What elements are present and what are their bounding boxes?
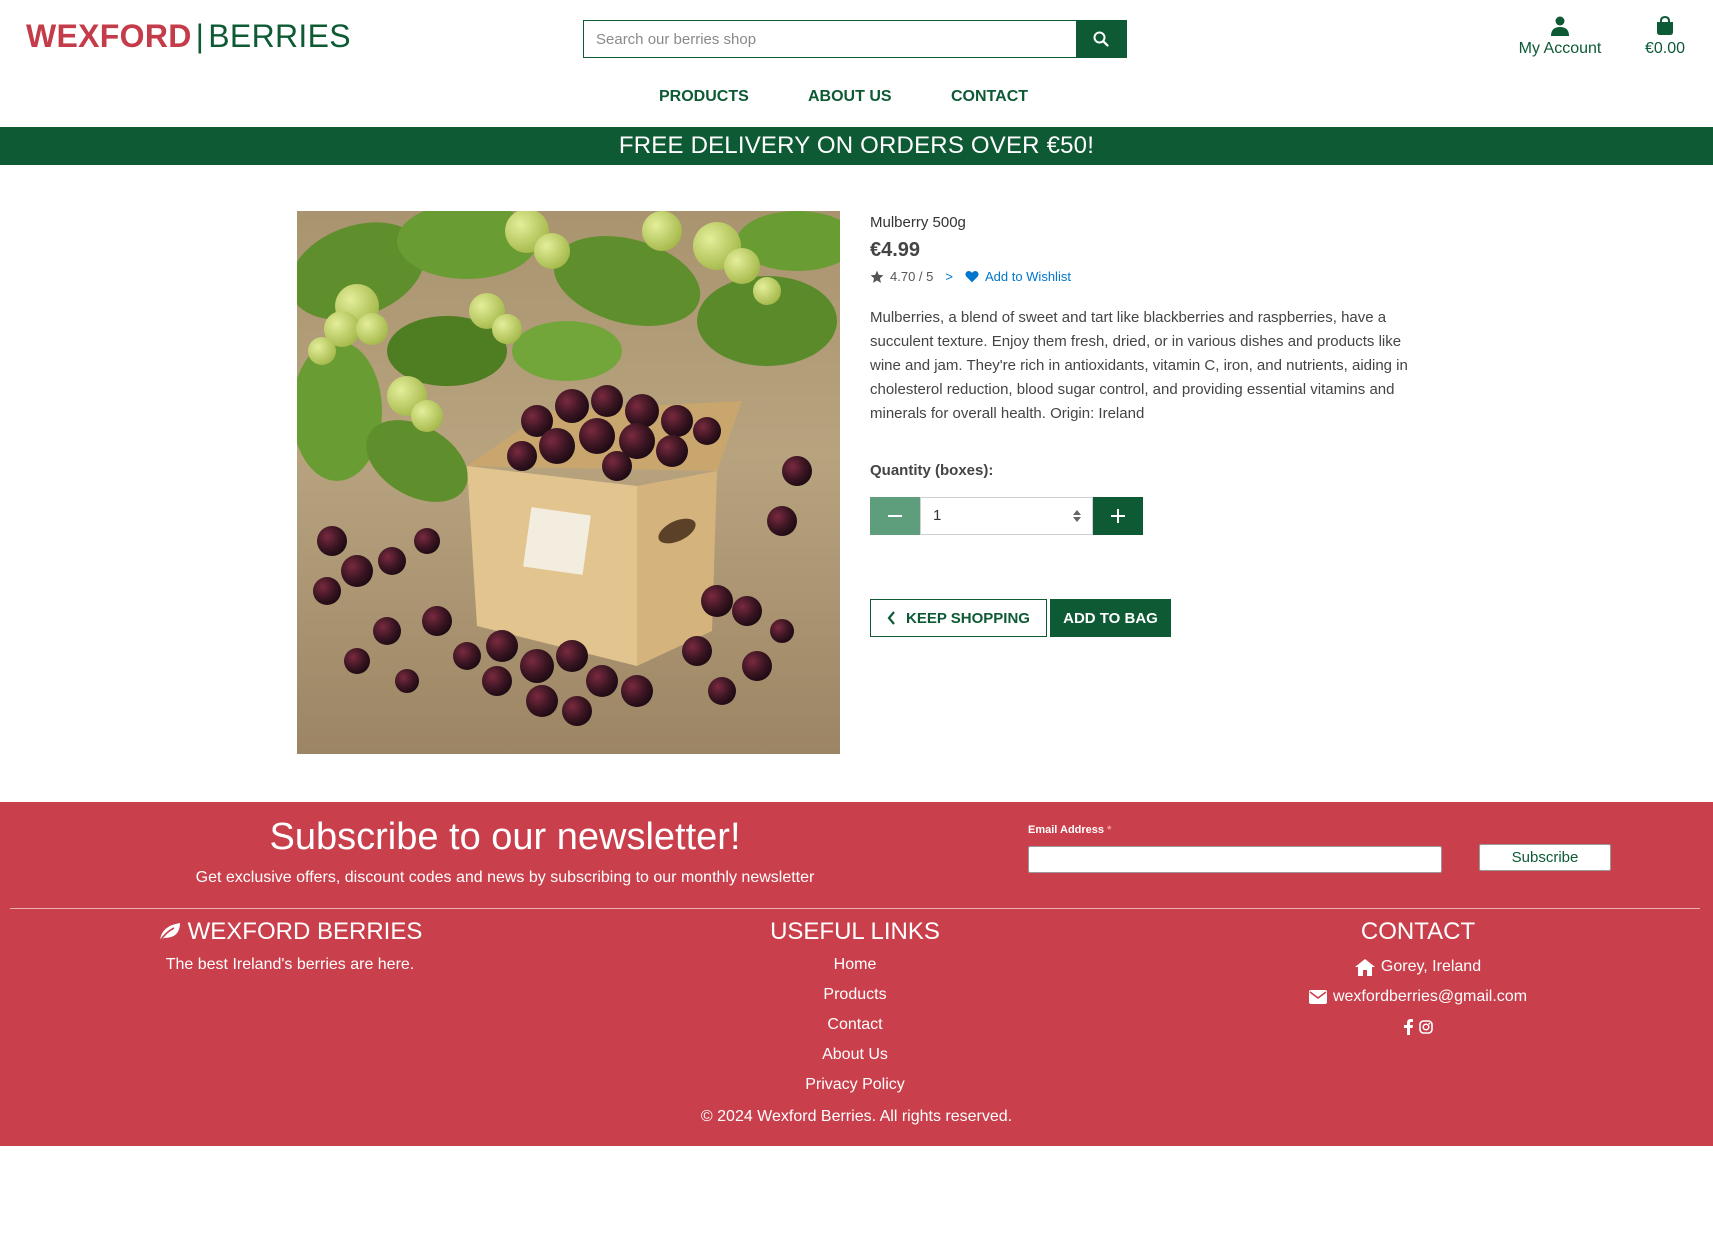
product-price: €4.99 [870, 239, 921, 261]
facebook-icon[interactable] [1403, 1019, 1413, 1035]
search-input[interactable] [584, 21, 1076, 57]
decrement-button[interactable] [870, 497, 920, 535]
product-rating: 4.70 / 5 > Add to Wishlist [870, 269, 1410, 284]
quantity-input[interactable]: 1 [920, 497, 1093, 535]
nav-contact[interactable]: CONTACT [951, 88, 1028, 106]
plus-icon [1111, 509, 1125, 523]
email-label-text: Email Address [1028, 824, 1105, 836]
footer-links: Home Products Contact About Us Privacy P… [655, 950, 1055, 1100]
footer-contact-column: CONTACT Gorey, Ireland wexfordberries@gm… [1218, 918, 1618, 1042]
quantity-value: 1 [933, 507, 942, 524]
bag-total: €0.00 [1644, 40, 1686, 57]
newsletter-email-input[interactable] [1028, 846, 1442, 873]
wishlist-label: Add to Wishlist [984, 269, 1071, 284]
location-text: Gorey, Ireland [1380, 958, 1482, 975]
footer-link-products[interactable]: Products [655, 980, 1055, 1010]
footer-location: Gorey, Ireland [1218, 952, 1618, 982]
search-button[interactable] [1076, 21, 1126, 57]
nav-about-us[interactable]: ABOUT US [808, 88, 892, 106]
footer-link-about-us[interactable]: About Us [655, 1040, 1055, 1070]
keep-shopping-label: KEEP SHOPPING [906, 609, 1030, 627]
subscribe-button[interactable]: Subscribe [1479, 844, 1611, 871]
email-text: wexfordberries@gmail.com [1332, 988, 1528, 1005]
delivery-banner: FREE DELIVERY ON ORDERS OVER €50! [0, 127, 1713, 165]
footer-link-privacy-policy[interactable]: Privacy Policy [655, 1070, 1055, 1100]
chevron-left-icon [887, 611, 895, 625]
quantity-label: Quantity (boxes): [870, 462, 994, 479]
footer-link-home[interactable]: Home [655, 950, 1055, 980]
instagram-icon[interactable] [1418, 1020, 1433, 1034]
site-header: WEXFORD|BERRIES My Account €0.00 PRODUCT… [0, 0, 1713, 127]
product-image [297, 211, 840, 754]
spinner-icon[interactable] [1072, 508, 1082, 524]
my-account-label: My Account [1518, 40, 1602, 57]
user-icon [1551, 16, 1569, 36]
newsletter-title: Subscribe to our newsletter! [269, 816, 741, 858]
site-footer: Subscribe to our newsletter! Get exclusi… [0, 802, 1713, 1146]
increment-button[interactable] [1093, 497, 1143, 535]
rating-value: 4.70 / 5 [890, 269, 934, 284]
search-icon [1093, 31, 1109, 47]
footer-brand-name: WEXFORD BERRIES [187, 918, 423, 945]
heart-icon [965, 270, 979, 283]
product-name: Mulberry 500g [870, 214, 966, 231]
footer-links-title: USEFUL LINKS [770, 918, 940, 945]
keep-shopping-button[interactable]: KEEP SHOPPING [870, 599, 1047, 637]
required-mark: * [1107, 824, 1112, 836]
product-description: Mulberries, a blend of sweet and tart li… [870, 309, 1408, 422]
add-to-bag-button[interactable]: ADD TO BAG [1050, 599, 1171, 637]
footer-links-column: USEFUL LINKS Home Products Contact About… [655, 918, 1055, 1100]
rating-separator: > [945, 269, 953, 284]
logo-berries: BERRIES [208, 18, 351, 54]
add-to-wishlist-link[interactable]: Add to Wishlist [965, 269, 1071, 284]
footer-brand-title: WEXFORD BERRIES [80, 918, 500, 946]
nav-products[interactable]: PRODUCTS [659, 88, 749, 106]
copyright: © 2024 Wexford Berries. All rights reser… [700, 1108, 1013, 1125]
footer-brand-column: WEXFORD BERRIES The best Ireland's berri… [80, 918, 500, 974]
shopping-bag-link[interactable]: €0.00 [1630, 16, 1700, 58]
site-logo[interactable]: WEXFORD | BERRIES [26, 18, 351, 55]
footer-link-contact[interactable]: Contact [655, 1010, 1055, 1040]
leaf-icon [158, 923, 180, 942]
social-links [1218, 1012, 1618, 1042]
logo-separator: | [195, 18, 205, 54]
search-bar [583, 20, 1127, 58]
footer-contact-title: CONTACT [1360, 918, 1476, 945]
quantity-stepper: 1 [870, 497, 1143, 535]
footer-tagline: The best Ireland's berries are here. [165, 956, 415, 973]
envelope-icon [1308, 990, 1327, 1004]
footer-divider [10, 908, 1700, 909]
email-label: Email Address * [1028, 824, 1111, 836]
my-account-link[interactable]: My Account [1505, 16, 1615, 58]
product-details: Mulberry 500g €4.99 4.70 / 5 > Add to Wi… [870, 211, 1410, 637]
newsletter-subtitle: Get exclusive offers, discount codes and… [195, 869, 815, 886]
star-icon [870, 270, 884, 283]
shopping-bag-icon [1657, 16, 1673, 35]
footer-email[interactable]: wexfordberries@gmail.com [1218, 982, 1618, 1012]
logo-wexford: WEXFORD [26, 18, 192, 54]
minus-icon [888, 515, 902, 517]
home-icon [1354, 958, 1375, 976]
